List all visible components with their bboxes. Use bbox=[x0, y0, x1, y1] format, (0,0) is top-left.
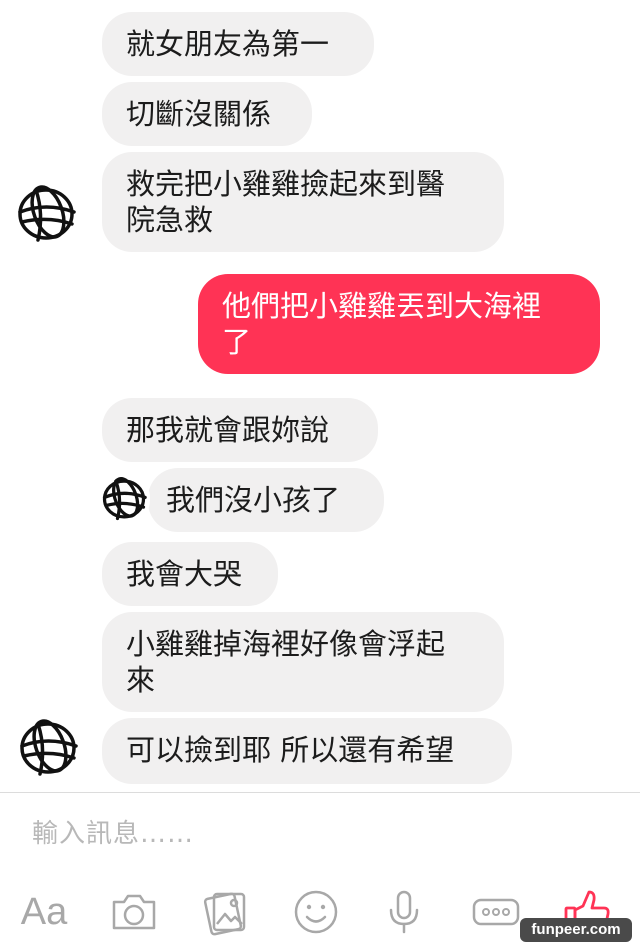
watermark: funpeer.com bbox=[520, 918, 632, 942]
text-format-button[interactable]: Aa bbox=[16, 884, 72, 940]
contact-avatar[interactable] bbox=[14, 182, 78, 246]
composer-divider bbox=[0, 792, 640, 793]
message-bubble[interactable]: 就女朋友為第一 bbox=[102, 12, 374, 76]
chat-thread: 就女朋友為第一 切斷沒關係 救完把小雞雞撿起來到醫 院急救 他們把小雞雞丟到大海… bbox=[0, 0, 640, 790]
message-bubble[interactable]: 小雞雞掉海裡好像會浮起 來 bbox=[102, 612, 504, 712]
contact-avatar[interactable] bbox=[16, 716, 80, 780]
message-bubble[interactable]: 那我就會跟妳說 bbox=[102, 398, 378, 462]
scribble-avatar-icon bbox=[20, 719, 78, 776]
more-icon bbox=[472, 898, 520, 926]
emoji-icon bbox=[294, 890, 338, 934]
gallery-icon bbox=[203, 892, 246, 936]
scribble-avatar-icon bbox=[102, 477, 147, 521]
message-bubble[interactable]: 可以撿到耶 所以還有希望 bbox=[102, 718, 512, 784]
microphone-icon bbox=[389, 890, 419, 934]
message-bubble[interactable]: 救完把小雞雞撿起來到醫 院急救 bbox=[102, 152, 504, 252]
scribble-avatar-icon bbox=[18, 185, 76, 242]
seen-indicator-avatar bbox=[98, 472, 150, 526]
microphone-button[interactable] bbox=[376, 884, 432, 940]
message-bubble-sent[interactable]: 他們把小雞雞丟到大海裡 了 bbox=[198, 274, 600, 374]
emoji-button[interactable] bbox=[288, 884, 344, 940]
message-bubble[interactable]: 我們沒小孩了 bbox=[148, 468, 384, 532]
message-bubble[interactable]: 切斷沒關係 bbox=[102, 82, 312, 146]
gallery-button[interactable] bbox=[198, 884, 254, 940]
more-button[interactable] bbox=[468, 884, 524, 940]
message-input[interactable]: 輸入訊息…… bbox=[32, 812, 592, 856]
camera-button[interactable] bbox=[106, 884, 162, 940]
camera-icon bbox=[112, 894, 156, 930]
message-bubble[interactable]: 我會大哭 bbox=[102, 542, 278, 606]
text-format-label: Aa bbox=[20, 891, 68, 933]
